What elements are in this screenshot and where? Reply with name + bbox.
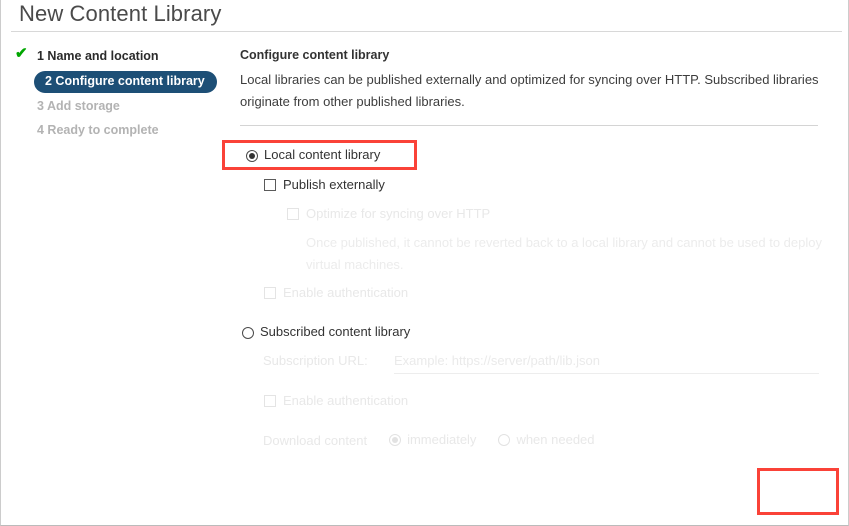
download-content-row: Download content immediately when needed	[263, 432, 595, 448]
check-icon: ✔	[15, 45, 28, 62]
page-title: New Content Library	[19, 1, 222, 26]
checkbox-enable-authentication-local	[264, 287, 276, 299]
content-divider	[240, 125, 818, 126]
radio-download-when-needed	[498, 434, 511, 446]
optimize-http-note: Once published, it cannot be reverted ba…	[306, 235, 822, 272]
download-content-label: Download content	[263, 432, 368, 448]
checkbox-optimize-http	[287, 208, 299, 220]
checkbox-optimize-http-row: Optimize for syncing over HTTP	[287, 206, 490, 222]
checkbox-enable-authentication-local-row: Enable authentication	[264, 285, 408, 301]
checkbox-optimize-http-label: Optimize for syncing over HTTP	[306, 206, 491, 221]
radio-download-when-needed-option: when needed	[498, 432, 595, 448]
sidebar-item-configure-content-library[interactable]: 2 Configure content library	[1, 70, 233, 94]
radio-local-content-library-label[interactable]: Local content library	[264, 147, 380, 163]
sidebar-item-add-storage[interactable]: 3 Add storage	[1, 94, 233, 118]
content-description: Local libraries can be published externa…	[240, 72, 819, 109]
checkbox-publish-externally[interactable]	[264, 179, 276, 191]
wizard-header: New Content Library	[1, 0, 848, 32]
radio-subscribed-content-library[interactable]	[242, 327, 254, 339]
wizard-content-pane: Configure content library Local librarie…	[240, 48, 840, 126]
checkbox-enable-authentication-subscribed-label: Enable authentication	[283, 393, 409, 408]
checkbox-enable-authentication-subscribed-row: Enable authentication	[264, 393, 408, 409]
wizard-footer: CANCEL BACK NEXT	[1, 470, 848, 515]
wizard-step-list: ✔ 1 Name and location 2 Configure conten…	[1, 44, 233, 142]
radio-subscribed-content-library-label[interactable]: Subscribed content library	[260, 324, 410, 340]
radio-download-when-needed-label: when needed	[516, 432, 595, 447]
radio-download-immediately-option: immediately	[389, 432, 476, 448]
radio-local-content-library[interactable]	[246, 150, 258, 162]
step-label: 4 Ready to complete	[37, 123, 159, 137]
checkbox-enable-authentication-subscribed	[264, 395, 276, 407]
header-divider	[11, 31, 842, 32]
new-content-library-wizard: New Content Library ✔ 1 Name and locatio…	[0, 0, 849, 526]
radio-download-immediately-label: immediately	[407, 432, 477, 447]
subscription-url-input: Example: https://server/path/lib.json	[394, 352, 819, 374]
checkbox-enable-authentication-local-label: Enable authentication	[283, 285, 409, 300]
step-label: 1 Name and location	[37, 49, 159, 63]
step-label: 3 Add storage	[37, 99, 120, 113]
radio-download-immediately	[389, 434, 402, 446]
subscription-url-label: Subscription URL:	[263, 353, 368, 368]
subscription-url-placeholder: Example: https://server/path/lib.json	[394, 353, 600, 368]
checkbox-publish-externally-label: Publish externally	[283, 177, 385, 192]
sidebar-item-ready-to-complete[interactable]: 4 Ready to complete	[1, 118, 233, 142]
checkbox-publish-externally-row[interactable]: Publish externally	[264, 177, 385, 193]
step-label: 2 Configure content library	[34, 71, 217, 93]
sidebar-item-name-and-location[interactable]: ✔ 1 Name and location	[1, 44, 233, 68]
content-heading: Configure content library	[240, 48, 390, 62]
